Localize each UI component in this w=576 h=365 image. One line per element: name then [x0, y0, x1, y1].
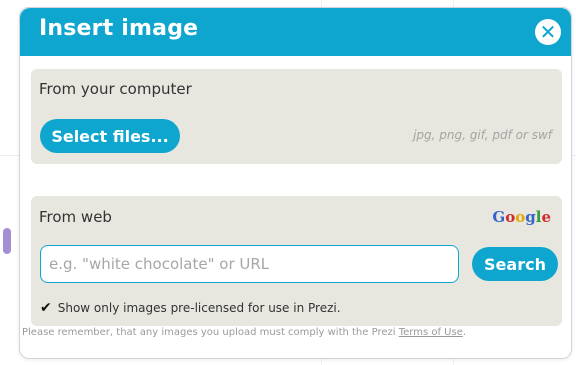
dialog-header: Insert image ✕: [20, 8, 571, 56]
close-icon: ✕: [539, 20, 557, 44]
terms-of-use-link[interactable]: Terms of Use: [399, 327, 463, 338]
web-search-input[interactable]: [40, 245, 459, 283]
footer-notice-text: Please remember, that any images you upl…: [22, 327, 399, 338]
from-web-panel: From web Google Search ✔ Show only image…: [31, 196, 562, 326]
search-button[interactable]: Search: [472, 247, 558, 281]
dialog-title: Insert image: [39, 16, 199, 41]
from-computer-panel: From your computer Select files... jpg, …: [31, 69, 562, 164]
close-button[interactable]: ✕: [535, 19, 561, 45]
select-files-button[interactable]: Select files...: [40, 119, 180, 153]
from-web-label: From web: [39, 208, 112, 226]
pre-licensed-label: Show only images pre-licensed for use in…: [57, 301, 341, 315]
footer-notice-suffix: .: [462, 327, 467, 338]
checkbox-checked-icon[interactable]: ✔: [40, 300, 52, 316]
google-logo: Google: [492, 208, 551, 226]
insert-image-dialog: Insert image ✕ From your computer Select…: [19, 7, 572, 359]
allowed-file-types: jpg, png, gif, pdf or swf: [413, 128, 552, 142]
background-shape: [3, 228, 11, 254]
footer-notice: Please remember, that any images you upl…: [22, 327, 466, 338]
pre-licensed-option: ✔ Show only images pre-licensed for use …: [40, 300, 341, 316]
from-computer-label: From your computer: [39, 80, 192, 98]
